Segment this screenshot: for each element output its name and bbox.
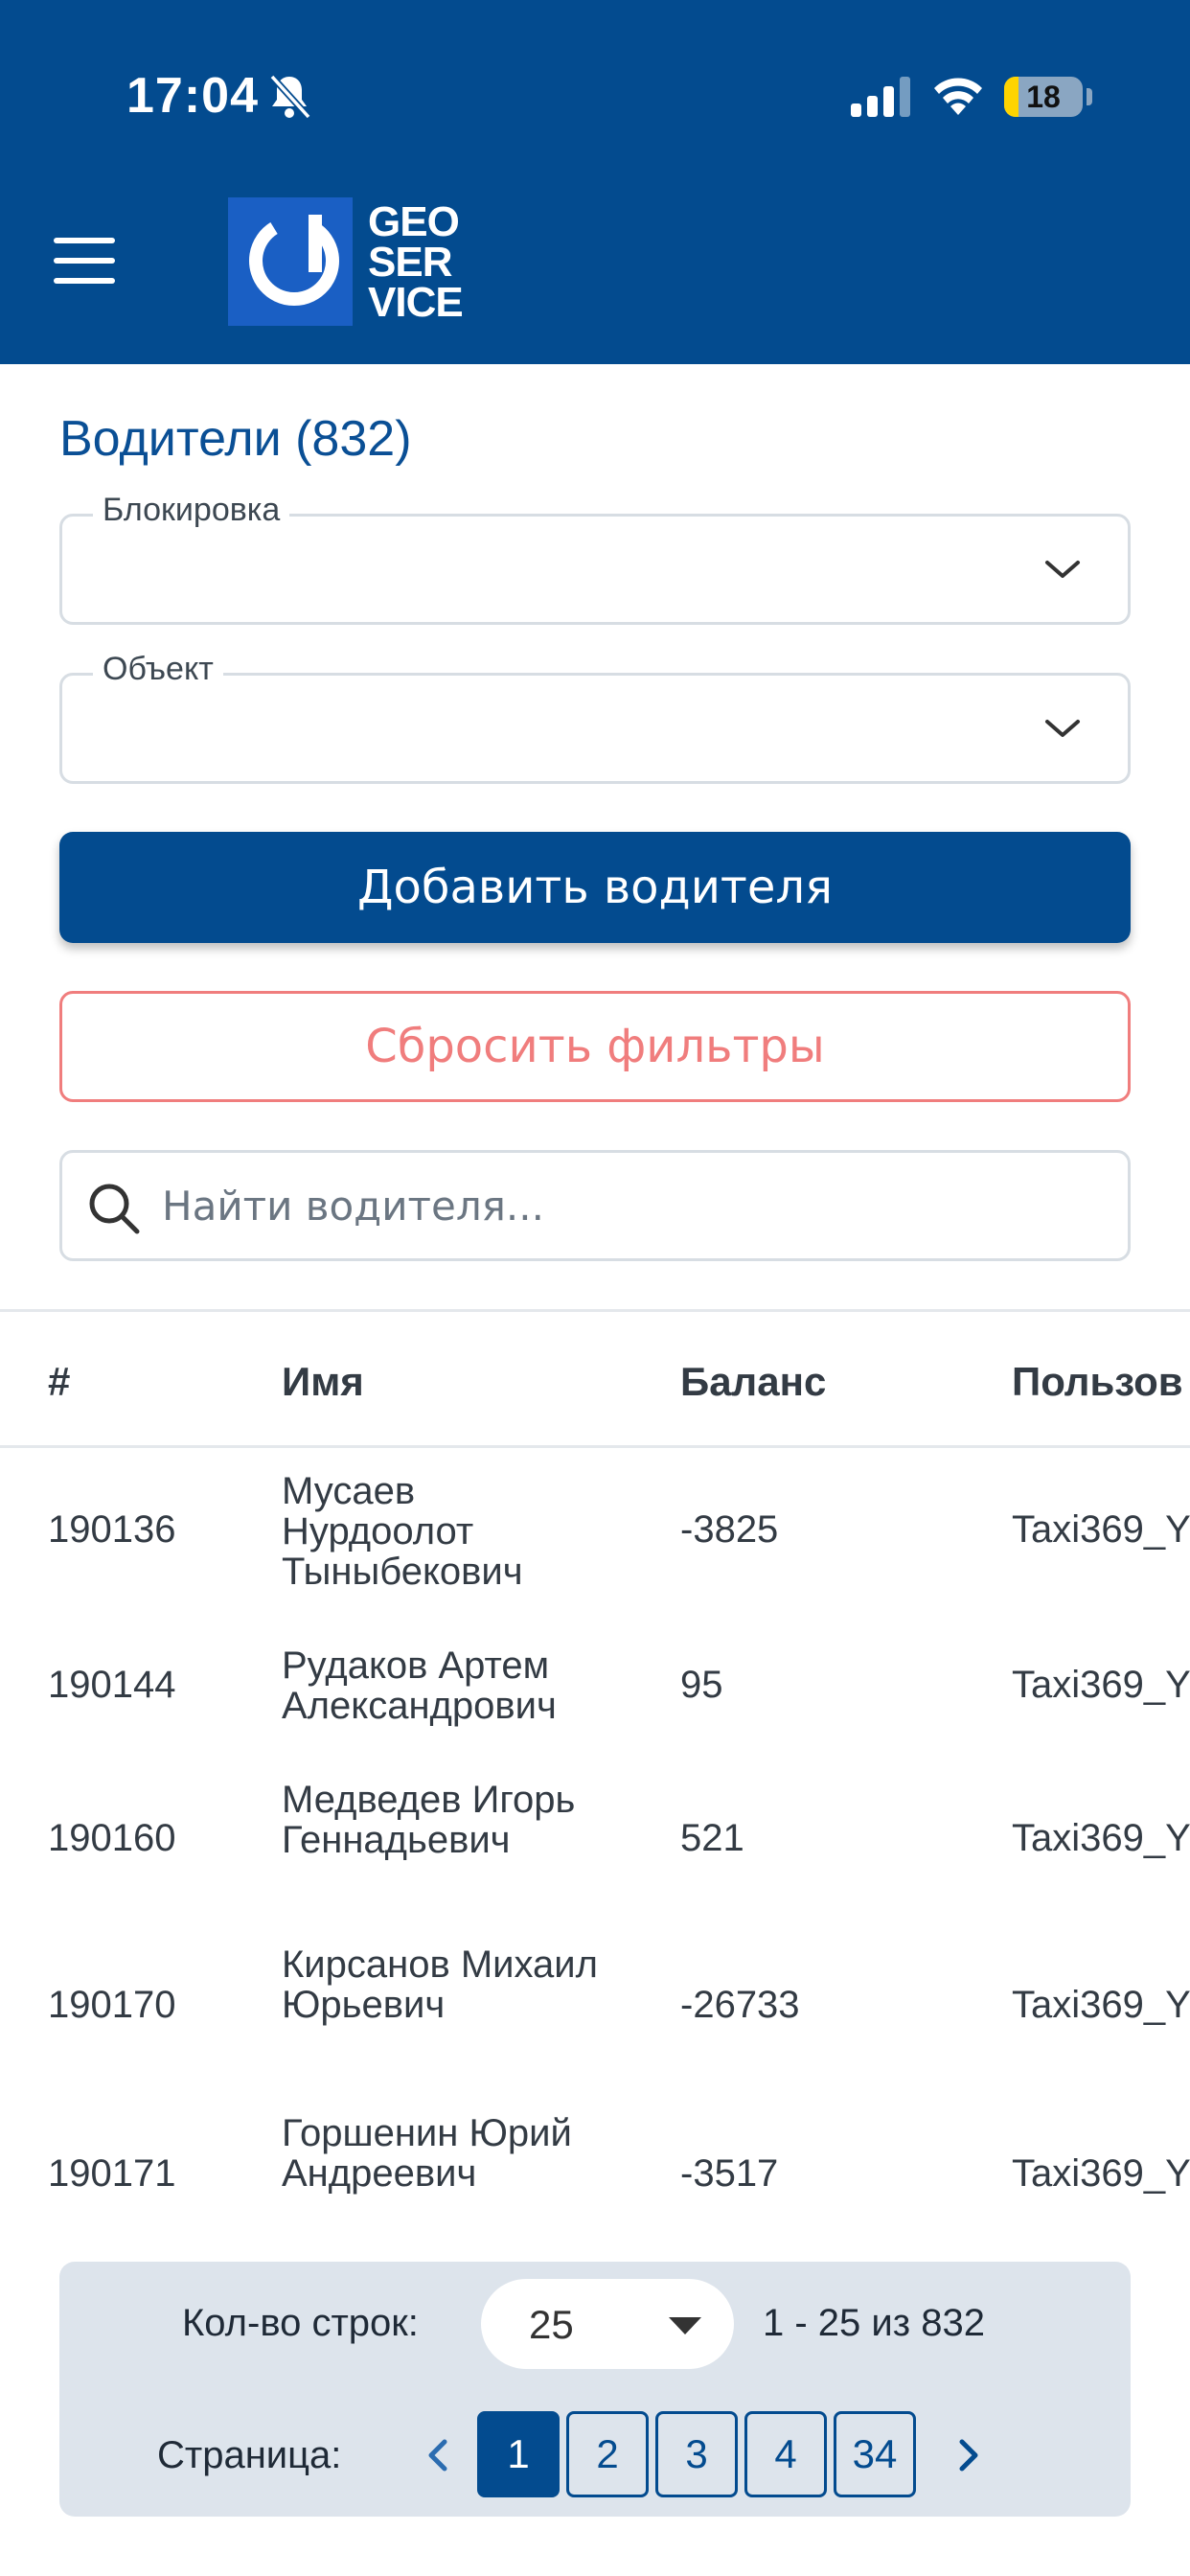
caret-down-icon xyxy=(669,2317,701,2334)
wifi-icon xyxy=(934,78,982,115)
cell-name: Рудаков Артем Александрович xyxy=(282,1644,557,1727)
chevron-right-icon[interactable] xyxy=(945,2426,993,2484)
logo-mark xyxy=(228,197,353,326)
cell-balance: -3825 xyxy=(680,1508,779,1551)
page-button-3[interactable]: 3 xyxy=(655,2411,738,2497)
rows-per-page-label: Кол-во строк: xyxy=(182,2302,419,2344)
cell-balance: -26733 xyxy=(680,1984,800,2026)
cell-id: 190170 xyxy=(48,1984,176,2026)
chevron-left-icon[interactable] xyxy=(414,2426,462,2484)
column-header-name[interactable]: Имя xyxy=(282,1359,364,1405)
cell-id: 190171 xyxy=(48,2152,176,2195)
block-filter-select[interactable]: Блокировка xyxy=(59,492,1131,625)
cell-id: 190136 xyxy=(48,1508,176,1551)
rows-per-page-value: 25 xyxy=(529,2302,574,2347)
cell-user: Taxi369_Y xyxy=(1012,1508,1190,1551)
divider xyxy=(0,1309,1190,1312)
table-row[interactable]: 190170 Кирсанов Михаил Юрьевич -26733 Ta… xyxy=(0,1927,1190,2096)
bell-slash-icon xyxy=(269,74,311,120)
table-row[interactable]: 190136 Мусаев Нурдоолот Тыныбекович -382… xyxy=(0,1448,1190,1605)
status-time: 17:04 xyxy=(126,68,259,124)
logo-text: GEO SER VICE xyxy=(368,198,464,326)
page-button-34[interactable]: 34 xyxy=(834,2411,916,2497)
battery-icon: 18 xyxy=(1004,77,1083,117)
cell-name: Мусаев Нурдоолот Тыныбекович xyxy=(282,1470,523,1593)
battery-level: 18 xyxy=(1026,80,1061,114)
pagination-panel: Кол-во строк: 25 1 - 25 из 832 Страница:… xyxy=(59,2262,1131,2517)
chevron-down-icon xyxy=(1045,720,1080,737)
cell-user: Taxi369_Y xyxy=(1012,1664,1190,1706)
cell-balance: 521 xyxy=(680,1817,744,1859)
cell-user: Taxi369_Y xyxy=(1012,1817,1190,1859)
add-driver-button[interactable]: Добавить водителя xyxy=(59,832,1131,943)
table-row[interactable]: 190171 Горшенин Юрий Андреевич -3517 Tax… xyxy=(0,2096,1190,2234)
page-button-4[interactable]: 4 xyxy=(744,2411,827,2497)
rows-per-page-select[interactable]: 25 xyxy=(481,2279,734,2369)
object-filter-label: Объект xyxy=(93,651,223,688)
column-header-id[interactable]: # xyxy=(48,1359,70,1405)
page-button-2[interactable]: 2 xyxy=(566,2411,649,2497)
chevron-down-icon xyxy=(1045,561,1080,578)
hamburger-menu-icon[interactable] xyxy=(54,238,119,284)
rows-range-text: 1 - 25 из 832 xyxy=(763,2302,985,2344)
logo-line: VICE xyxy=(368,279,464,326)
logo-line: GEO xyxy=(368,198,460,245)
cell-name: Горшенин Юрий Андреевич xyxy=(282,2112,572,2195)
table-header: # Имя Баланс Пользов xyxy=(0,1342,1190,1447)
reset-filters-button[interactable]: Сбросить фильтры xyxy=(59,991,1131,1102)
column-header-balance[interactable]: Баланс xyxy=(680,1359,826,1405)
table-row[interactable]: 190160 Медведев Игорь Геннадьевич 521 Ta… xyxy=(0,1759,1190,1927)
column-header-user[interactable]: Пользов xyxy=(1012,1359,1183,1405)
cell-id: 190144 xyxy=(48,1664,176,1706)
geoservice-logo: GEO SER VICE xyxy=(228,197,466,326)
cell-name: Кирсанов Михаил Юрьевич xyxy=(282,1944,598,2026)
page-label: Страница: xyxy=(157,2434,342,2476)
cell-balance: -3517 xyxy=(680,2152,779,2195)
object-filter-select[interactable]: Объект xyxy=(59,651,1131,784)
signal-icon xyxy=(851,77,910,117)
block-filter-label: Блокировка xyxy=(93,492,290,529)
cell-balance: 95 xyxy=(680,1664,723,1706)
app-header: 17:04 18 GEO SER VICE xyxy=(0,0,1190,364)
drivers-table-body: 190136 Мусаев Нурдоолот Тыныбекович -382… xyxy=(0,1448,1190,2234)
cell-user: Taxi369_Y xyxy=(1012,1984,1190,2026)
driver-search[interactable] xyxy=(59,1150,1131,1261)
search-input[interactable] xyxy=(162,1172,1101,1239)
cell-name: Медведев Игорь Геннадьевич xyxy=(282,1779,576,1861)
cell-user: Taxi369_Y xyxy=(1012,2152,1190,2195)
table-row[interactable]: 190144 Рудаков Артем Александрович 95 Ta… xyxy=(0,1605,1190,1759)
logo-line: SER xyxy=(368,239,452,286)
cell-id: 190160 xyxy=(48,1817,176,1859)
search-icon xyxy=(89,1184,140,1234)
page-title: Водители (832) xyxy=(59,411,412,467)
page-button-1[interactable]: 1 xyxy=(477,2411,560,2497)
battery-tip xyxy=(1087,88,1092,105)
